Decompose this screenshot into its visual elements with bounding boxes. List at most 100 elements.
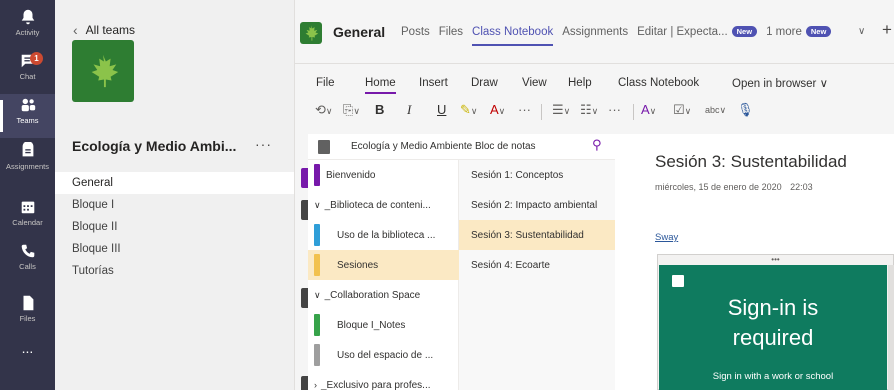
- menu-view[interactable]: View: [522, 77, 547, 89]
- channel-bloque-ii[interactable]: Bloque II: [55, 216, 294, 238]
- all-teams-link[interactable]: ‹ All teams: [73, 22, 135, 38]
- tab-assignments[interactable]: Assignments: [562, 26, 628, 38]
- channel-bloque-iii[interactable]: Bloque III: [55, 238, 294, 260]
- tab-class-notebook[interactable]: Class Notebook: [472, 26, 554, 46]
- rail-label: Calls: [19, 262, 36, 271]
- numbering-icon[interactable]: ☷∨: [580, 102, 598, 118]
- channel-header: General Posts Files Class Notebook Assig…: [295, 0, 894, 64]
- file-icon: [23, 295, 33, 311]
- channel-avatar: [300, 22, 322, 44]
- notebook-header[interactable]: Ecología y Medio Ambiente Bloc de notas …: [308, 134, 615, 160]
- page-title[interactable]: Sesión 3: Sustentabilidad: [655, 152, 847, 172]
- clipboard-icon[interactable]: ⎘∨: [343, 102, 360, 118]
- separator: [633, 104, 634, 120]
- page-date: miércoles, 15 de enero de 2020 22:03: [655, 182, 813, 192]
- signin-panel: Sign-in is required Sign in with a work …: [659, 265, 887, 390]
- section-group-biblioteca[interactable]: ∨ _Biblioteca de conteni...: [308, 190, 459, 220]
- embed-scrollbar[interactable]: [888, 265, 894, 390]
- channel-general[interactable]: General: [55, 172, 294, 194]
- embed-dots[interactable]: •••: [771, 255, 779, 264]
- underline-button[interactable]: U: [437, 102, 446, 117]
- section-color: [314, 164, 320, 186]
- add-tab-button[interactable]: +: [882, 20, 892, 40]
- tab-files[interactable]: Files: [439, 26, 463, 38]
- rail-label: Chat: [19, 72, 36, 81]
- new-badge: New: [731, 26, 758, 38]
- menu-home[interactable]: Home: [365, 77, 396, 94]
- tab-editar-expecta[interactable]: Editar | Expecta... New: [637, 26, 758, 38]
- rail-teams[interactable]: Teams: [0, 94, 55, 138]
- chevron-down-icon: ∨: [314, 199, 321, 210]
- section-sesiones[interactable]: Sesiones: [308, 250, 459, 280]
- page-item[interactable]: Sesión 2: Impacto ambiental: [459, 190, 615, 220]
- tag-icon[interactable]: ☑∨: [673, 102, 691, 118]
- page-item[interactable]: Sesión 1: Conceptos: [459, 160, 615, 190]
- font-color-icon[interactable]: A∨: [490, 102, 505, 117]
- rail-activity[interactable]: Activity: [0, 6, 55, 50]
- section-color: [314, 224, 320, 246]
- signin-title-line1: Sign-in is: [727, 295, 819, 320]
- menu-draw[interactable]: Draw: [471, 77, 498, 89]
- more-tabs-button[interactable]: 1 more New: [766, 26, 832, 38]
- sway-icon: [672, 275, 684, 287]
- bullets-icon[interactable]: ☰∨: [552, 102, 570, 118]
- highlight-icon[interactable]: ✎∨: [460, 102, 478, 118]
- signin-title-line2: required: [732, 325, 814, 350]
- rail-calls[interactable]: Calls: [0, 240, 55, 284]
- menu-file[interactable]: File: [316, 77, 335, 89]
- new-badge: New: [805, 26, 832, 38]
- rail-label: Activity: [15, 28, 40, 37]
- section-group-collaboration[interactable]: ∨ _Collaboration Space: [308, 280, 459, 310]
- page-item[interactable]: Sesión 3: Sustentabilidad: [459, 220, 615, 250]
- page-item[interactable]: Sesión 4: Ecoarte: [459, 250, 615, 280]
- teams-panel: ‹ All teams Ecología y Medio Ambi... ···…: [55, 0, 295, 390]
- channel-bloque-i[interactable]: Bloque I: [55, 194, 294, 216]
- menu-help[interactable]: Help: [568, 77, 592, 89]
- more-tabs-label: 1 more: [766, 26, 802, 38]
- italic-button[interactable]: I: [407, 102, 411, 118]
- tab-label: Editar | Expecta...: [637, 26, 728, 38]
- sway-embed[interactable]: ••• Sign-in is required Sign in with a w…: [657, 254, 894, 390]
- rail-files[interactable]: Files: [0, 292, 55, 336]
- menu-insert[interactable]: Insert: [419, 77, 448, 89]
- team-more-button[interactable]: ···: [255, 136, 272, 152]
- search-icon[interactable]: ⚲: [592, 137, 602, 153]
- section-label: _Biblioteca de conteni...: [324, 199, 431, 211]
- channel-tutorias[interactable]: Tutorías: [55, 260, 294, 282]
- tab-posts[interactable]: Posts: [401, 26, 430, 38]
- chevron-down-icon: ∨: [314, 289, 321, 300]
- menu-open-in-browser[interactable]: Open in browser ∨: [732, 76, 828, 90]
- rail-assignments[interactable]: Assignments: [0, 140, 55, 184]
- spelling-label: abc: [705, 105, 720, 115]
- section-label: Bloque I_Notes: [337, 319, 406, 331]
- section-bienvenido[interactable]: Bienvenido: [308, 160, 459, 190]
- rail-more[interactable]: ...: [0, 338, 55, 382]
- notebook-icon: [318, 140, 330, 154]
- more-icon[interactable]: ···: [518, 102, 531, 117]
- bold-button[interactable]: B: [375, 102, 384, 117]
- rail-label: Teams: [16, 116, 39, 125]
- section-bloque-i-notes[interactable]: Bloque I_Notes: [308, 310, 459, 340]
- back-label: All teams: [85, 23, 136, 37]
- phone-icon: [21, 244, 34, 258]
- page-canvas[interactable]: Sesión 3: Sustentabilidad miércoles, 15 …: [615, 134, 894, 390]
- sway-link[interactable]: Sway: [655, 232, 678, 243]
- chevron-down-icon[interactable]: ∨: [858, 26, 865, 37]
- styles-icon[interactable]: A∨: [641, 102, 656, 117]
- embed-toolbar: •••: [658, 255, 893, 264]
- menu-class-notebook[interactable]: Class Notebook: [618, 77, 699, 89]
- undo-icon[interactable]: ⟲∨: [315, 102, 333, 118]
- section-label: Sesiones: [337, 259, 379, 271]
- team-avatar: [72, 40, 134, 102]
- section-uso-espacio[interactable]: Uso del espacio de ...: [308, 340, 459, 370]
- rail-calendar[interactable]: Calendar: [0, 196, 55, 240]
- section-group-exclusivo[interactable]: › _Exclusivo para profes...: [308, 370, 459, 390]
- section-uso-biblioteca[interactable]: Uso de la biblioteca ...: [308, 220, 459, 250]
- more-icon[interactable]: ···: [608, 102, 621, 117]
- spelling-icon[interactable]: abc∨: [705, 105, 726, 116]
- dictate-icon[interactable]: 🎙: [737, 102, 754, 118]
- rail-chat[interactable]: 1 Chat: [0, 50, 55, 94]
- signin-subtitle: Sign in with a work or school: [712, 371, 834, 382]
- section-color: [314, 344, 320, 366]
- ribbon-toolbar: ⟲∨ ⎘∨ B I U ✎∨ A∨ ··· ☰∨ ☷∨ ··· A∨ ☑∨ ab…: [295, 96, 894, 126]
